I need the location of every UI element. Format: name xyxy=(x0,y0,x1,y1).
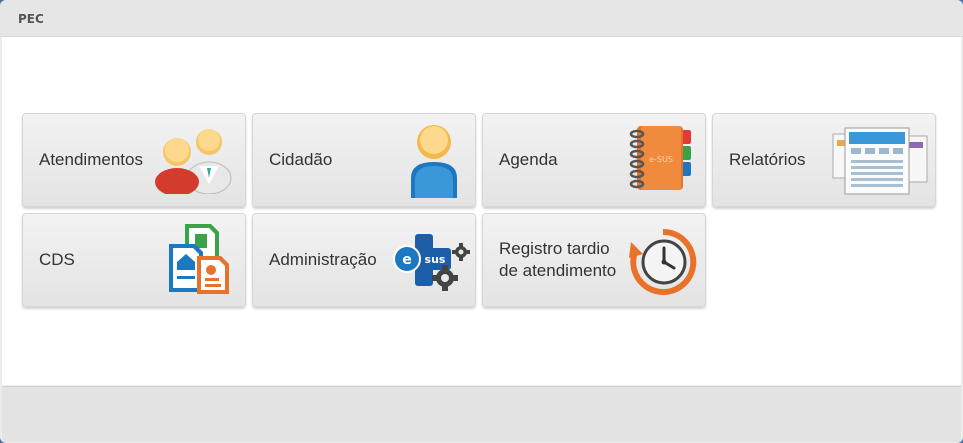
esus-gears-icon: e sus xyxy=(393,234,470,291)
esus-icon-text: sus xyxy=(425,253,446,266)
window-title: PEC xyxy=(18,12,44,26)
agenda-icon-text: e-SUS xyxy=(649,155,673,164)
tile-administracao[interactable]: Administração e sus xyxy=(252,213,476,307)
tile-label: Atendimentos xyxy=(39,150,143,169)
agenda-book-icon: e-SUS xyxy=(629,126,691,190)
tile-label: CDS xyxy=(39,250,75,269)
users-icon xyxy=(155,129,232,194)
tile-label: Agenda xyxy=(499,150,558,169)
svg-text:e: e xyxy=(402,252,412,268)
tile-agenda[interactable]: Agenda e-SUS xyxy=(482,113,706,207)
reports-icon xyxy=(832,127,928,195)
title-bar: PEC xyxy=(0,0,963,37)
tile-label: Administração xyxy=(269,250,377,269)
app-window: PEC Atendimentos Cidadão Agenda e-SUS Re… xyxy=(0,0,963,443)
tile-cds[interactable]: CDS xyxy=(22,213,246,307)
tile-label: Relatórios xyxy=(729,150,806,169)
footer-bar xyxy=(2,386,961,442)
tile-label: Registro tardio de atendimento xyxy=(499,239,617,280)
tile-label: Cidadão xyxy=(269,150,333,169)
tile-relatorios[interactable]: Relatórios xyxy=(712,113,936,207)
main-menu: Atendimentos Cidadão Agenda e-SUS Relató… xyxy=(2,37,961,385)
tile-atendimentos[interactable]: Atendimentos xyxy=(22,113,246,207)
cds-forms-icon xyxy=(169,224,229,294)
tile-cidadao[interactable]: Cidadão xyxy=(252,113,476,207)
tile-registro-tardio[interactable]: Registro tardio de atendimento xyxy=(482,213,706,307)
user-icon xyxy=(411,125,457,198)
clock-history-icon xyxy=(629,228,697,295)
